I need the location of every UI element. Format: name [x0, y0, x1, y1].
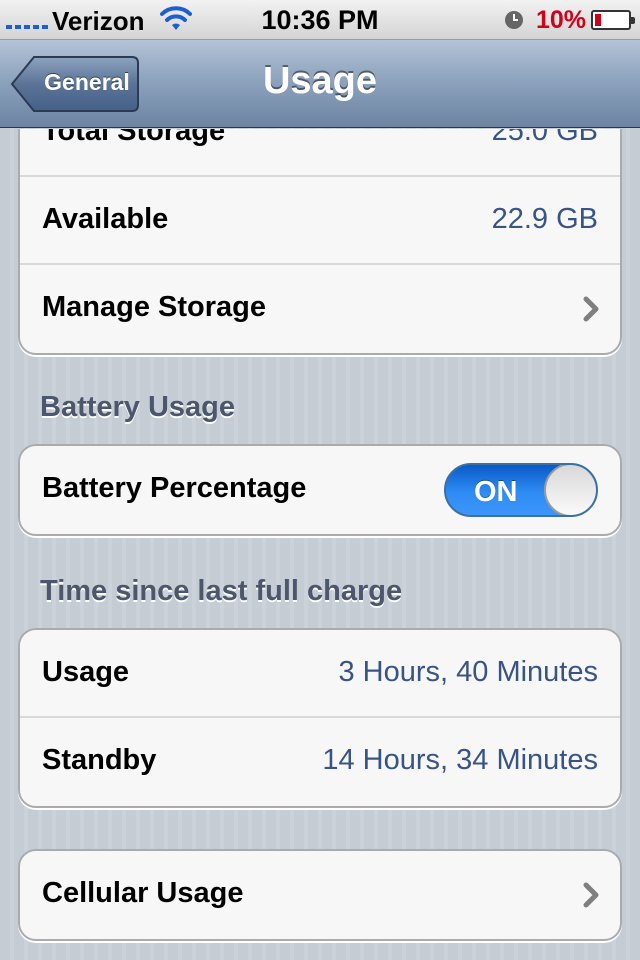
toggle-state-label: ON [474, 476, 518, 508]
battery-percentage-row: Battery Percentage ON [20, 446, 620, 534]
row-value: 3 Hours, 40 Minutes [338, 656, 598, 688]
chevron-right-icon [582, 882, 600, 913]
row-label: Battery Percentage [42, 472, 307, 504]
toggle-knob [544, 465, 596, 515]
row-label: Total Storage [42, 129, 226, 147]
battery-percentage-toggle[interactable]: ON [444, 463, 598, 517]
row-value: 25.0 GB [491, 129, 598, 147]
battery-percentage-text: 10% [536, 6, 587, 34]
usage-row: Usage 3 Hours, 40 Minutes [20, 630, 620, 718]
battery-group: Battery Percentage ON [18, 444, 622, 536]
storage-group: Total Storage 25.0 GB Available 22.9 GB … [18, 129, 622, 355]
row-label: Standby [42, 744, 157, 776]
alarm-icon [503, 9, 525, 36]
total-storage-row: Total Storage 25.0 GB [20, 129, 620, 177]
manage-storage-row[interactable]: Manage Storage [20, 265, 620, 353]
standby-row: Standby 14 Hours, 34 Minutes [20, 718, 620, 806]
last-charge-group: Usage 3 Hours, 40 Minutes Standby 14 Hou… [18, 628, 622, 808]
section-header-battery-usage: Battery Usage [40, 391, 236, 423]
cellular-usage-row[interactable]: Cellular Usage [20, 851, 620, 939]
cellular-group: Cellular Usage [18, 849, 622, 941]
section-header-last-charge: Time since last full charge [40, 575, 403, 607]
row-value: 14 Hours, 34 Minutes [322, 744, 598, 776]
page-title: Usage [262, 60, 378, 102]
status-bar: Verizon 10:36 PM 10% [0, 0, 640, 40]
chevron-right-icon [582, 296, 600, 327]
row-label: Cellular Usage [42, 877, 244, 909]
row-label: Manage Storage [42, 291, 266, 323]
row-value: 22.9 GB [491, 203, 598, 235]
available-row: Available 22.9 GB [20, 177, 620, 265]
navigation-bar: General Usage [0, 40, 640, 128]
settings-scroll-view[interactable]: Total Storage 25.0 GB Available 22.9 GB … [0, 129, 640, 960]
row-label: Available [42, 203, 169, 235]
row-label: Usage [42, 656, 130, 688]
battery-icon [591, 10, 635, 30]
